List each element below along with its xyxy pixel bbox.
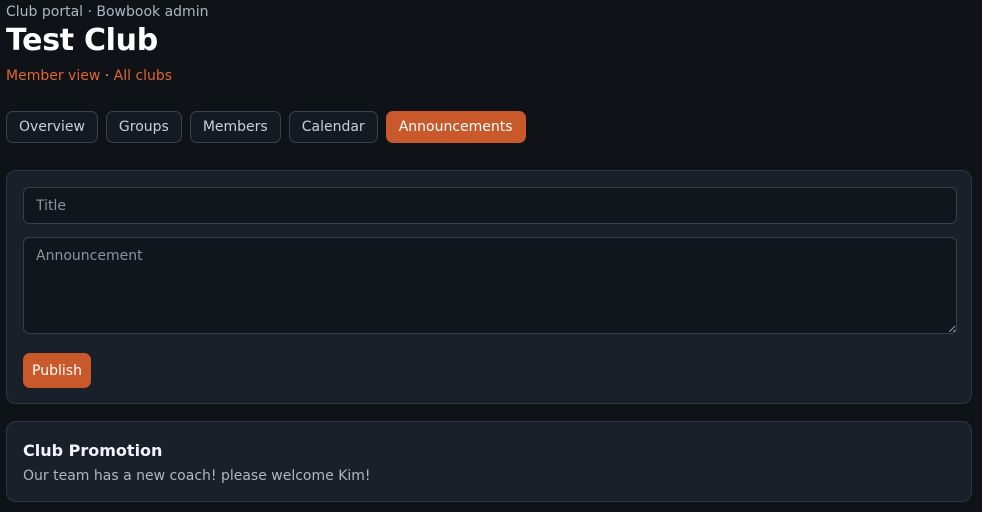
tab-groups[interactable]: Groups [105, 111, 182, 143]
header-links: Member view · All clubs [6, 68, 172, 84]
announcement-title: Club Promotion [23, 441, 163, 460]
tab-overview[interactable]: Overview [6, 111, 98, 143]
tab-bar: Overview Groups Members Calendar Announc… [6, 111, 526, 143]
new-announcement-form: Publish [6, 170, 972, 404]
member-view-link[interactable]: Member view [6, 68, 100, 84]
announcement-body: Our team has a new coach! please welcome… [23, 468, 371, 484]
page-subtitle: Club portal · Bowbook admin [6, 4, 209, 20]
tab-calendar[interactable]: Calendar [288, 111, 378, 143]
page: Club portal · Bowbook admin Test Club Me… [0, 0, 982, 512]
announcement-textarea[interactable] [23, 237, 957, 334]
publish-button[interactable]: Publish [23, 353, 91, 388]
title-input[interactable] [23, 187, 957, 224]
all-clubs-link[interactable]: All clubs [114, 68, 172, 84]
page-title: Test Club [6, 23, 158, 58]
announcement-card: Club Promotion Our team has a new coach!… [6, 421, 972, 502]
link-separator: · [100, 68, 114, 84]
tab-members[interactable]: Members [189, 111, 281, 143]
tab-announcements[interactable]: Announcements [385, 111, 526, 143]
